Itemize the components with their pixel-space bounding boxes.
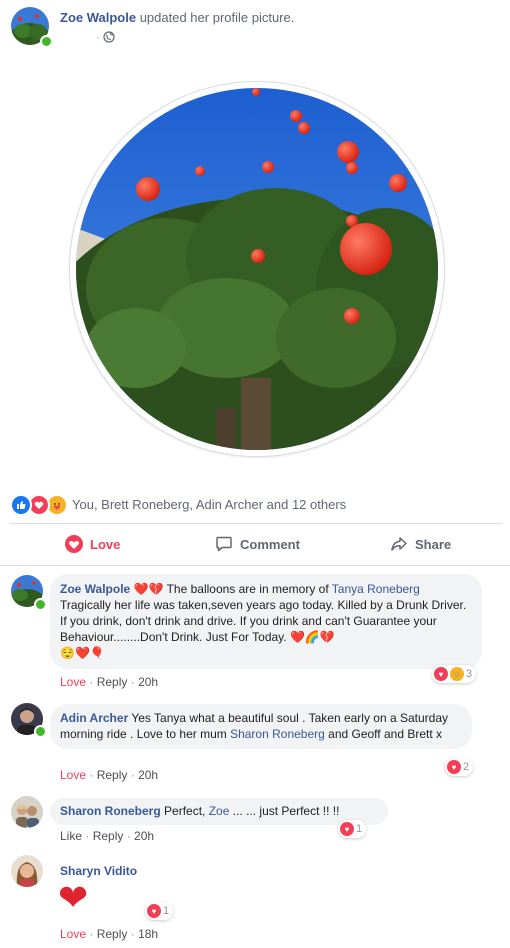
comment-button[interactable]: Comment [215,528,300,560]
comment-bubble: Adin Archer Yes Tanya what a beautiful s… [50,704,472,749]
emoji-suffix: ❤️🌈💔 [289,630,335,644]
divider-top [10,523,502,524]
timestamp[interactable]: 18h [138,927,158,941]
share-button-label: Share [415,536,452,552]
comment-text: Tragically her life was taken,seven year… [60,598,467,644]
globe-icon[interactable] [103,31,115,46]
reply-link[interactable]: Reply [93,829,124,843]
love-action-icon [65,535,83,553]
comment-text: ... ... just Perfect !! !! [229,804,340,818]
mention-link[interactable]: Tanya Roneberg [332,582,420,596]
comment-icon [215,535,233,553]
share-button[interactable]: Share [390,528,451,560]
reaction-count: 1 [356,823,363,835]
love-icon: ♥ [434,667,448,681]
comment-reactions[interactable]: ♥ 1 [338,820,367,838]
comment-author[interactable]: Sharon Roneberg [60,804,161,818]
comment-reactions[interactable]: ♥ ☺ 3 [432,665,477,683]
love-link[interactable]: Love [60,675,86,689]
reaction-count: 3 [466,668,473,680]
meta-dot: · [96,32,100,44]
comment-meta: Love · Reply · 20h [60,675,159,689]
post-action-text: updated her profile picture. [139,10,295,25]
like-link[interactable]: Like [60,829,82,843]
mention-link[interactable]: Zoe [209,804,230,818]
comment-author[interactable]: Zoe Walpole [60,582,130,596]
reply-link[interactable]: Reply [97,768,128,782]
love-icon: ♥ [447,760,461,774]
reply-link[interactable]: Reply [97,927,128,941]
love-button-label: Love [90,536,121,552]
comment-bubble: Sharon Roneberg Perfect, Zoe ... ... jus… [50,798,388,825]
mention-link[interactable]: Sharon Roneberg [230,727,325,741]
emoji-line: 😌❤️🎈 [60,646,105,660]
love-icon: ♥ [340,822,354,836]
comment-button-label: Comment [240,536,300,552]
love-button[interactable]: Love [65,528,120,560]
comment-reactions[interactable]: ♥ 1 [145,902,174,920]
reactions-summary-text[interactable]: You, Brett Roneberg, Adin Archer and 12 … [72,497,346,512]
heart-sticker: ❤ [58,877,89,918]
online-indicator [40,35,53,48]
comment-meta: Love · Reply · 18h [60,927,159,941]
share-icon [390,535,408,553]
post-header-text: Zoe Walpole updated her profile picture. [60,10,294,25]
comment-meta: Love · Reply · 20h [60,768,159,782]
divider-bottom [0,565,510,566]
comment-avatar[interactable] [11,855,43,887]
post-meta: · [96,31,115,46]
emoji-prefix: ❤️💔 [133,582,164,596]
timestamp[interactable]: 20h [134,829,154,843]
care-icon: ☺ [450,667,464,681]
love-link[interactable]: Love [60,768,86,782]
reaction-count: 2 [463,761,470,773]
online-indicator [34,598,47,611]
comment-author[interactable]: Sharyn Vidito [60,864,137,878]
timestamp[interactable]: 20h [138,768,158,782]
like-icon[interactable] [10,494,32,516]
comment-avatar[interactable] [11,796,43,828]
reply-link[interactable]: Reply [97,675,128,689]
online-indicator [34,725,47,738]
profile-photo[interactable] [76,88,438,450]
comment-text: and Geoff and Brett x [324,727,442,741]
comment-author[interactable]: Adin Archer [60,711,128,725]
love-icon: ♥ [147,904,161,918]
comment-reactions[interactable]: ♥ 2 [445,758,474,776]
comment-text: The balloons are in memory of [163,582,332,596]
timestamp[interactable]: 20h [138,675,158,689]
comment-text: Perfect, [160,804,209,818]
comment-bubble: Zoe Walpole ❤️💔 The balloons are in memo… [50,574,482,669]
comment-meta: Like · Reply · 20h [60,829,155,843]
love-link[interactable]: Love [60,927,86,941]
reaction-count: 1 [163,905,170,917]
post-author-name[interactable]: Zoe Walpole [60,10,136,25]
